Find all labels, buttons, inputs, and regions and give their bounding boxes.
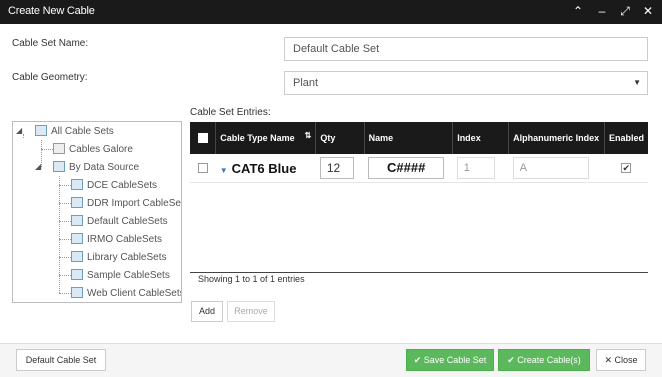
cable-set-icon xyxy=(71,268,83,280)
minimize-icon[interactable]: – xyxy=(594,3,610,19)
column-alphanumeric-index[interactable]: Alphanumeric Index xyxy=(508,122,605,154)
tree-node-by-data-source[interactable]: By Data Source xyxy=(53,160,139,176)
enabled-cell: ✔ xyxy=(604,154,648,183)
close-button[interactable]: ✕ Close xyxy=(596,349,646,371)
sort-icon[interactable]: ⇅ xyxy=(305,131,312,140)
tree-node-ddr-import-cablesets[interactable]: DDR Import CableSets xyxy=(71,196,181,212)
table-divider xyxy=(190,272,648,273)
cable-type-name: CAT6 Blue xyxy=(231,160,297,176)
cable-set-name-label: Cable Set Name: xyxy=(12,38,89,49)
cable-geometry-value: Plant xyxy=(293,77,319,89)
window-titlebar: Create New Cable ⌃ – ⤢ ✕ xyxy=(0,0,662,24)
index-cell: 1 xyxy=(452,154,509,183)
table-row[interactable]: ▼ CAT6 Blue 12 C#### 1 A ✔ xyxy=(190,154,648,183)
chevron-up-icon[interactable]: ⌃ xyxy=(570,3,586,19)
cable-set-icon xyxy=(71,286,83,298)
column-enabled[interactable]: Enabled xyxy=(604,122,648,154)
tree-node-irmo-cablesets[interactable]: IRMO CableSets xyxy=(71,232,162,248)
column-index[interactable]: Index xyxy=(452,122,510,154)
select-all-checkbox[interactable] xyxy=(197,133,208,144)
add-button[interactable]: Add xyxy=(191,301,223,322)
select-all-header[interactable] xyxy=(190,122,217,154)
create-cables-button[interactable]: ✔ Create Cable(s) xyxy=(498,349,590,371)
window-title: Create New Cable xyxy=(8,5,95,17)
name-input[interactable]: C#### xyxy=(368,157,445,179)
tree-node-cables-galore[interactable]: Cables Galore xyxy=(53,142,133,158)
cable-set-icon xyxy=(71,178,83,190)
default-cable-set-button[interactable]: Default Cable Set xyxy=(16,349,106,371)
enabled-checkbox[interactable]: ✔ xyxy=(621,163,632,173)
row-checkbox[interactable] xyxy=(197,163,208,174)
cable-set-tree: ◢ All Cable Sets Cables Galore ◢ By Data… xyxy=(12,121,182,303)
cable-set-entries-label: Cable Set Entries: xyxy=(190,107,271,118)
table-header-row: Cable Type Name ⇅ Qty Name Index Alphanu… xyxy=(190,122,648,154)
column-name[interactable]: Name xyxy=(364,122,454,154)
collapse-icon[interactable]: ◢ xyxy=(35,162,41,171)
entries-table: Cable Type Name ⇅ Qty Name Index Alphanu… xyxy=(190,122,648,183)
qty-input[interactable]: 12 xyxy=(319,157,354,179)
name-cell: C#### xyxy=(364,154,453,183)
alpha-index-cell: A xyxy=(508,154,605,183)
alpha-index-input: A xyxy=(512,157,589,179)
tree-node-dce-cablesets[interactable]: DCE CableSets xyxy=(71,178,157,194)
column-qty[interactable]: Qty xyxy=(315,122,365,154)
cable-type-cell: ▼ CAT6 Blue xyxy=(215,154,316,183)
cable-geometry-select[interactable]: Plant ▼ xyxy=(284,71,648,95)
collapse-icon[interactable]: ◢ xyxy=(16,126,22,135)
cable-geometry-label: Cable Geometry: xyxy=(12,72,88,83)
tree-node-all-cable-sets[interactable]: All Cable Sets xyxy=(35,124,114,140)
cable-set-icon xyxy=(71,214,83,226)
folder-icon xyxy=(35,124,47,136)
cable-set-icon xyxy=(71,250,83,262)
entries-table-wrap: Cable Type Name ⇅ Qty Name Index Alphanu… xyxy=(190,122,648,272)
cable-set-name-input[interactable]: Default Cable Set xyxy=(284,37,648,61)
close-icon[interactable]: ✕ xyxy=(640,3,656,19)
cable-set-icon xyxy=(53,142,65,154)
check-icon: ✔ xyxy=(413,355,422,365)
cable-set-icon xyxy=(71,232,83,244)
folder-icon xyxy=(53,160,65,172)
tree-node-default-cablesets[interactable]: Default CableSets xyxy=(71,214,168,230)
cable-set-icon xyxy=(71,196,83,208)
tree-node-web-client-cablesets[interactable]: Web Client CableSets xyxy=(71,286,181,302)
chevron-down-icon: ▼ xyxy=(633,78,641,87)
remove-button[interactable]: Remove xyxy=(227,301,275,322)
check-icon: ✔ xyxy=(507,355,515,365)
expand-row-icon[interactable]: ▼ xyxy=(220,166,228,175)
row-select-cell xyxy=(190,154,216,183)
tree-node-library-cablesets[interactable]: Library CableSets xyxy=(71,250,166,266)
index-input: 1 xyxy=(456,157,495,179)
close-icon: ✕ xyxy=(604,355,612,365)
showing-entries-text: Showing 1 to 1 of 1 entries xyxy=(198,274,305,284)
qty-cell: 12 xyxy=(315,154,365,183)
expand-icon[interactable]: ⤢ xyxy=(617,3,633,19)
tree-node-sample-cablesets[interactable]: Sample CableSets xyxy=(71,268,170,284)
save-cable-set-button[interactable]: ✔ Save Cable Set xyxy=(406,349,494,371)
column-cable-type-name[interactable]: Cable Type Name ⇅ xyxy=(215,122,317,154)
